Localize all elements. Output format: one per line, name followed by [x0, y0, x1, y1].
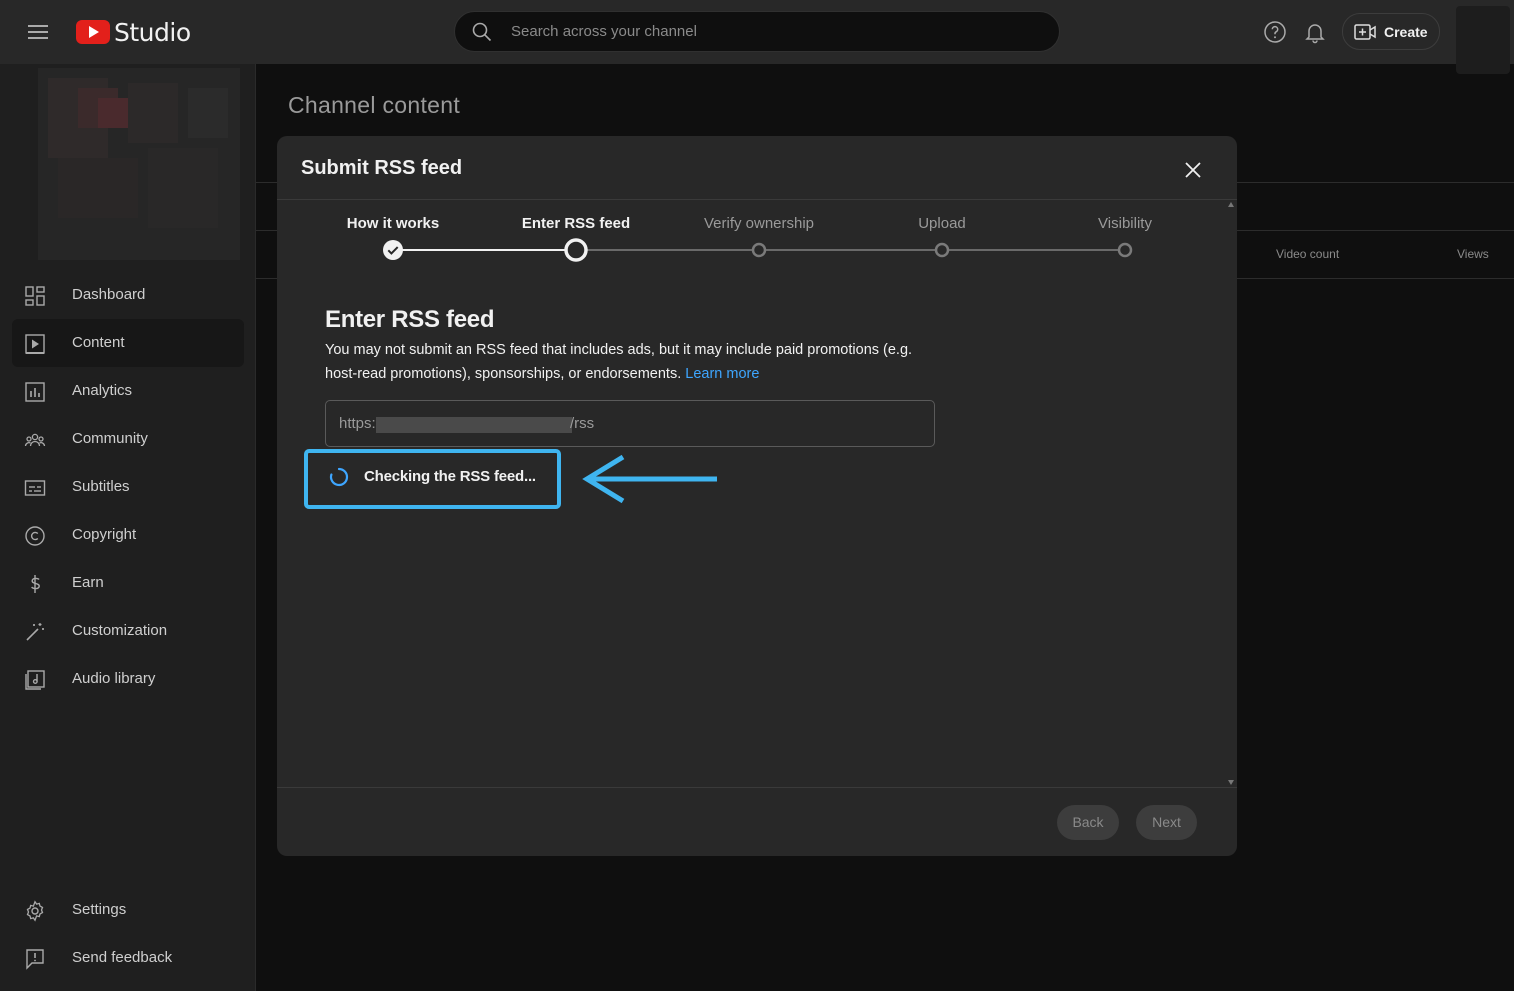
sidebar-item-label: Audio library — [72, 670, 156, 687]
create-video-icon — [1354, 23, 1376, 40]
sidebar-item-label: Copyright — [72, 526, 137, 543]
account-avatar[interactable] — [1456, 6, 1510, 74]
sidebar-item-label: Analytics — [72, 382, 133, 399]
sidebar-item-customization[interactable]: Customization — [12, 607, 244, 655]
redacted-url-segment — [376, 417, 572, 433]
step-complete-check-icon — [383, 240, 403, 260]
back-button[interactable]: Back — [1057, 805, 1119, 840]
loading-spinner-icon — [329, 467, 349, 487]
create-button[interactable]: Create — [1342, 13, 1440, 50]
dialog-footer-divider — [277, 787, 1237, 788]
scroll-up-arrow-icon[interactable] — [1228, 202, 1234, 207]
dialog-title: Submit RSS feed — [301, 157, 463, 179]
content-icon — [25, 334, 45, 354]
dashboard-icon — [25, 286, 45, 306]
sidebar-item-analytics[interactable]: Analytics — [12, 367, 244, 415]
sidebar-item-label: Earn — [72, 574, 104, 591]
notifications-bell-icon[interactable] — [1303, 20, 1327, 44]
step-current-dot-icon — [564, 238, 588, 262]
youtube-logo-icon — [76, 20, 110, 44]
step-how-it-works[interactable]: How it works — [313, 215, 473, 232]
dialog-header-divider — [277, 199, 1237, 200]
settings-gear-icon — [26, 900, 44, 922]
checking-status-highlight: Checking the RSS feed... — [304, 449, 561, 509]
copyright-icon — [25, 526, 45, 546]
analytics-icon — [25, 382, 45, 402]
step-visibility: Visibility — [1098, 215, 1152, 232]
step-pending-dot-icon — [751, 242, 767, 258]
sidebar-item-label: Settings — [72, 901, 127, 918]
rss-url-suffix: /rss — [570, 415, 595, 432]
step-verify-ownership: Verify ownership — [703, 215, 815, 232]
sidebar-item-label: Content — [72, 334, 125, 351]
column-header-video-count[interactable]: Video count — [1276, 247, 1339, 261]
step-pending-dot-icon — [934, 242, 950, 258]
sidebar: Dashboard Content Analytics Community Su… — [0, 64, 256, 991]
close-icon[interactable] — [1177, 154, 1209, 186]
rss-url-input[interactable]: https: /rss — [325, 400, 935, 447]
subtitles-icon — [24, 480, 46, 496]
sidebar-item-content[interactable]: Content — [12, 319, 244, 367]
earn-dollar-icon — [31, 575, 40, 593]
step-upload: Upload — [918, 215, 966, 232]
sidebar-item-label: Dashboard — [72, 286, 146, 303]
sidebar-item-settings[interactable]: Settings — [12, 886, 244, 934]
submit-rss-dialog: Submit RSS feed How it works Enter RSS f… — [277, 136, 1237, 856]
sidebar-item-subtitles[interactable]: Subtitles — [12, 463, 244, 511]
logo-text: Studio — [114, 17, 191, 47]
section-title: Enter RSS feed — [325, 306, 495, 333]
learn-more-link[interactable]: Learn more — [685, 366, 759, 382]
hamburger-menu-icon[interactable] — [22, 20, 54, 44]
create-label: Create — [1384, 23, 1428, 40]
rss-description: You may not submit an RSS feed that incl… — [325, 338, 945, 386]
page-title: Channel content — [288, 92, 461, 118]
magic-wand-icon — [26, 623, 44, 641]
checking-status-text: Checking the RSS feed... — [364, 468, 536, 485]
step-connector — [576, 249, 1125, 251]
step-pending-dot-icon — [1117, 242, 1133, 258]
sidebar-item-copyright[interactable]: Copyright — [12, 511, 244, 559]
audio-library-icon — [25, 670, 45, 690]
annotation-arrow-icon — [582, 454, 717, 504]
feedback-icon — [26, 949, 44, 970]
scroll-down-arrow-icon[interactable] — [1228, 780, 1234, 785]
sidebar-item-send-feedback[interactable]: Send feedback — [12, 934, 244, 982]
step-connector — [393, 249, 576, 251]
sidebar-item-label: Send feedback — [72, 949, 173, 966]
community-icon — [24, 433, 46, 447]
sidebar-item-audio-library[interactable]: Audio library — [12, 655, 244, 703]
help-icon[interactable] — [1263, 20, 1287, 44]
channel-avatar[interactable] — [38, 68, 240, 260]
sidebar-item-dashboard[interactable]: Dashboard — [12, 271, 244, 319]
column-header-views[interactable]: Views — [1457, 247, 1489, 261]
studio-logo[interactable]: Studio — [76, 17, 191, 47]
step-enter-rss-feed[interactable]: Enter RSS feed — [496, 215, 656, 232]
sidebar-item-community[interactable]: Community — [12, 415, 244, 463]
description-text: You may not submit an RSS feed that incl… — [325, 342, 913, 382]
rss-url-prefix: https: — [339, 415, 376, 432]
search-icon — [472, 22, 492, 42]
search-bar[interactable] — [454, 11, 1060, 52]
sidebar-item-label: Customization — [72, 622, 168, 639]
sidebar-item-label: Community — [72, 430, 148, 447]
sidebar-item-label: Subtitles — [72, 478, 130, 495]
next-button[interactable]: Next — [1136, 805, 1197, 840]
top-bar: Studio Create — [0, 0, 1514, 74]
sidebar-item-earn[interactable]: Earn — [12, 559, 244, 607]
search-input[interactable] — [511, 12, 1041, 51]
